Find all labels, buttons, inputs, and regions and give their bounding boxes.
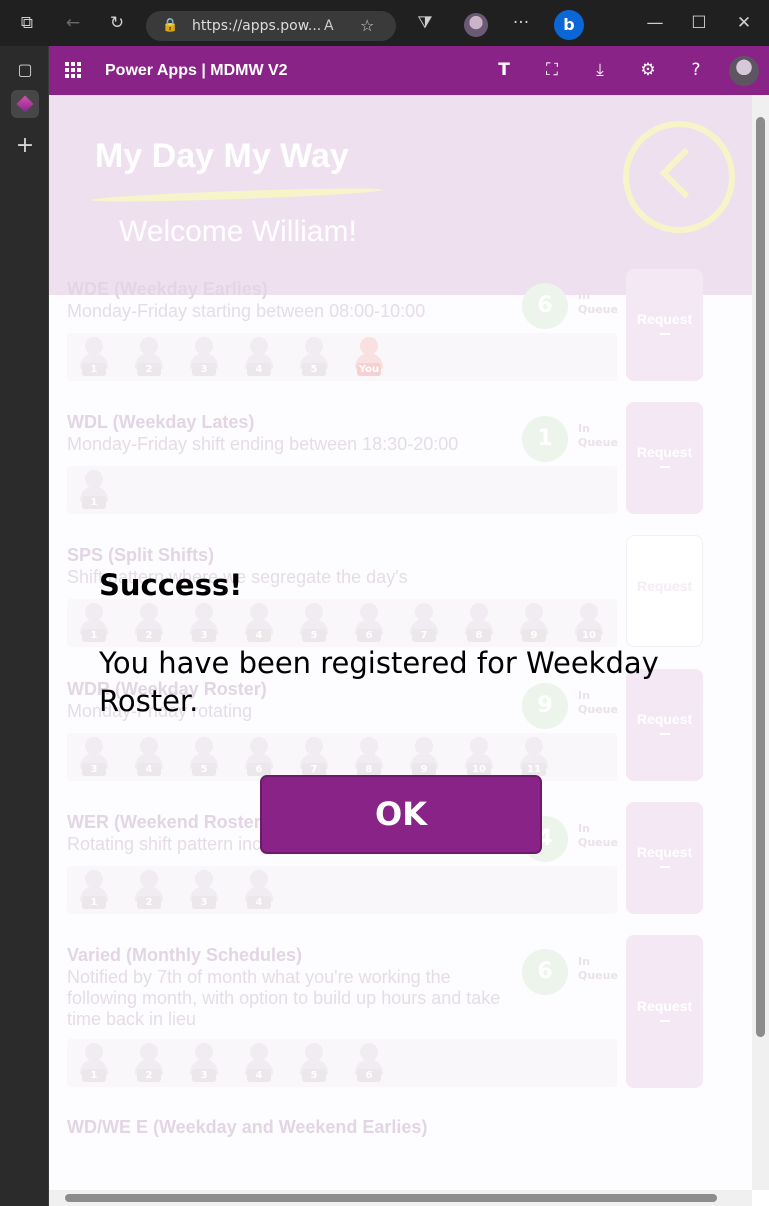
read-aloud-icon[interactable]: A [324, 11, 334, 41]
extensions-icon[interactable]: ⧩ [412, 10, 438, 36]
profile-avatar[interactable] [464, 13, 488, 37]
user-avatar[interactable] [729, 56, 759, 86]
download-icon[interactable]: ⤓ [588, 58, 612, 82]
app-title: Power Apps | MDMW V2 [105, 62, 288, 79]
bing-icon[interactable]: b [554, 10, 584, 40]
app-header: Power Apps | MDMW V2 T ⛶ ⤓ ⚙ ? [49, 46, 769, 95]
new-tab-icon[interactable]: + [11, 132, 39, 160]
fit-screen-icon[interactable]: ⛶ [540, 58, 564, 82]
address-bar[interactable]: 🔒 https://apps.pow... A ☆ [146, 11, 396, 41]
minimize-icon[interactable]: — [642, 10, 668, 36]
browser-sidebar: ▢ + [0, 46, 49, 1206]
app-launcher-icon[interactable] [65, 62, 81, 78]
dialog-message: You have been registered for Weekday Ros… [99, 646, 659, 718]
vertical-tabs-icon[interactable]: ▢ [11, 56, 39, 84]
horizontal-scrollbar[interactable] [49, 1190, 752, 1206]
maximize-icon[interactable]: ☐ [686, 10, 712, 36]
tab-actions-icon[interactable]: ⧉ [14, 10, 40, 36]
vertical-scrollbar[interactable] [752, 95, 769, 1190]
help-icon[interactable]: ? [684, 58, 708, 82]
power-apps-frame: Power Apps | MDMW V2 T ⛶ ⤓ ⚙ ? My Day My… [49, 46, 769, 1206]
refresh-icon[interactable]: ↻ [104, 10, 130, 36]
dialog-overlay: Success! You have been registered for We… [49, 95, 752, 1190]
more-icon[interactable]: ··· [508, 10, 534, 36]
url-text: https://apps.pow... [192, 18, 322, 34]
close-icon[interactable]: ✕ [731, 10, 757, 36]
scroll-thumb[interactable] [65, 1194, 717, 1202]
lock-icon: 🔒 [162, 18, 179, 33]
ok-button[interactable]: OK [260, 775, 542, 854]
power-apps-tab-icon[interactable] [11, 90, 39, 118]
settings-icon[interactable]: ⚙ [636, 58, 660, 82]
dialog-title: Success! [99, 568, 243, 602]
browser-toolbar: ⧉ ← ↻ 🔒 https://apps.pow... A ☆ ⧩ ··· b … [0, 0, 769, 46]
scroll-thumb[interactable] [756, 117, 765, 1037]
favorite-icon[interactable]: ☆ [360, 11, 374, 41]
back-icon[interactable]: ← [60, 10, 86, 36]
teams-icon[interactable]: T [492, 58, 516, 82]
